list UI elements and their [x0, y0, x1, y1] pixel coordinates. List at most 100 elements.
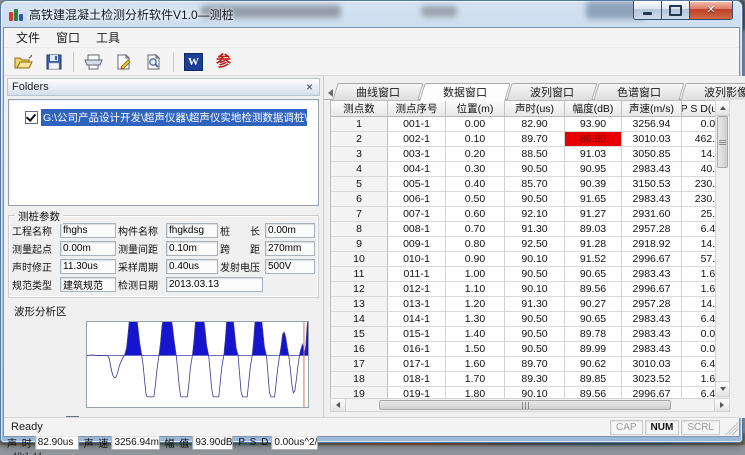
reading-value-0[interactable]: 82.90us — [35, 435, 79, 450]
table-row[interactable]: 11011-11.0090.5090.652983.431.60 — [331, 267, 716, 282]
table-row[interactable]: 5005-10.4085.7090.393150.53230.4 — [331, 177, 716, 192]
header-cell-5[interactable]: 声速(m/s) — [622, 101, 682, 117]
save-button[interactable] — [39, 49, 68, 75]
status-indicator-num: NUM — [645, 420, 680, 435]
cell-r15-c3: 90.50 — [505, 327, 565, 342]
cell-r4-c4: 90.95 — [565, 162, 622, 177]
table-row[interactable]: 15015-11.4090.5089.782983.430.00 — [331, 327, 716, 342]
param-value-4[interactable]: 0.10m — [166, 241, 218, 256]
header-cell-2[interactable]: 位置(m) — [446, 101, 505, 117]
word-report-button[interactable]: W — [179, 49, 208, 75]
param-value-0[interactable]: fhghs — [60, 223, 116, 238]
table-row[interactable]: 19019-11.8090.1089.562996.676.40 — [331, 387, 716, 398]
folder-path-label[interactable]: G:\公司产品设计开发\超声仪器\超声仪实地检测数据调桩\qd\qd03\qd0… — [41, 109, 307, 126]
folder-item[interactable]: G:\公司产品设计开发\超声仪器\超声仪实地检测数据调桩\qd\qd03\qd0… — [25, 109, 315, 126]
table-row[interactable]: 13013-11.2091.3090.272957.2814.4 — [331, 297, 716, 312]
table-row[interactable]: 4004-10.3090.5090.952983.4340.0 — [331, 162, 716, 177]
pane-close-icon[interactable]: × — [304, 81, 315, 93]
cell-r1-c2: 0.00 — [446, 117, 505, 132]
table-row[interactable]: 2002-10.1089.7086.803010.03462.4 — [331, 132, 716, 147]
menu-item-2[interactable]: 工具 — [88, 28, 128, 47]
parameters-button[interactable]: 参 — [209, 49, 238, 75]
header-cell-6[interactable]: P S D(us — [682, 101, 716, 117]
reading-value-1[interactable]: 3256.94m/s — [111, 435, 159, 450]
reading-value-2[interactable]: 93.90dB — [192, 435, 233, 450]
scroll-right-button[interactable] — [714, 399, 729, 411]
tab-1[interactable]: 数据窗口 — [422, 83, 508, 100]
table-row[interactable]: 16016-11.5090.5089.992983.430.00 — [331, 342, 716, 357]
table-row[interactable]: 18018-11.7089.3089.853023.521.60 — [331, 372, 716, 387]
cell-r14-c2: 1.30 — [446, 312, 505, 327]
open-file-button[interactable] — [9, 49, 38, 75]
cell-r18-c5: 3023.52 — [622, 372, 682, 387]
param-value-1[interactable]: fhgkdsg — [166, 223, 218, 238]
header-cell-1[interactable]: 测点序号 — [388, 101, 446, 117]
maximize-button[interactable] — [661, 1, 689, 20]
data-table: 测点数测点序号位置(m)声时(us)幅度(dB)声速(m/s)P S D(us 1… — [330, 100, 716, 398]
table-row[interactable]: 1001-10.0082.9093.903256.940.00 — [331, 117, 716, 132]
waveform-plot[interactable] — [86, 321, 309, 408]
cell-r3-c6: 14.4 — [682, 147, 716, 162]
table-row[interactable]: 9009-10.8092.5091.282918.9214.4 — [331, 237, 716, 252]
folders-pane-header[interactable]: Folders × — [7, 78, 320, 96]
menu-item-1[interactable]: 窗口 — [48, 28, 88, 47]
checkbox-icon[interactable] — [25, 111, 38, 124]
vertical-scrollbar[interactable] — [715, 100, 730, 397]
scroll-left-button[interactable] — [331, 399, 346, 411]
close-button[interactable]: ✕ — [689, 1, 733, 20]
minimize-button[interactable] — [633, 1, 661, 20]
export-button[interactable] — [109, 49, 138, 75]
cell-r6-c1: 006-1 — [388, 192, 446, 207]
scroll-down-button[interactable] — [716, 381, 729, 396]
param-value-2[interactable]: 0.00m — [265, 223, 315, 238]
tab-4[interactable]: 波列影像 — [683, 83, 745, 100]
table-row[interactable]: 8008-10.7091.3089.032957.286.40 — [331, 222, 716, 237]
cell-r5-c0: 5 — [331, 177, 388, 192]
header-cell-0[interactable]: 测点数 — [331, 101, 388, 117]
cell-r12-c0: 12 — [331, 282, 388, 297]
reading-value-3[interactable]: 0.00us^2/m — [271, 435, 318, 450]
param-value-9[interactable]: 建筑规范 — [60, 277, 116, 292]
horizontal-scrollbar[interactable] — [330, 398, 730, 412]
cell-r2-c1: 002-1 — [388, 132, 446, 147]
resize-grip[interactable] — [725, 422, 738, 435]
horizontal-scroll-thumb[interactable] — [379, 400, 671, 410]
header-cell-4[interactable]: 幅度(dB) — [565, 101, 622, 117]
param-value-3[interactable]: 0.00m — [60, 241, 116, 256]
scroll-down-icon — [720, 387, 726, 391]
cell-r8-c3: 91.30 — [505, 222, 565, 237]
scroll-left-icon — [336, 402, 340, 408]
tab-scroll-left-icon[interactable] — [328, 89, 333, 97]
cell-r14-c3: 90.50 — [505, 312, 565, 327]
print-button[interactable] — [79, 49, 108, 75]
param-value-6[interactable]: 11.30us — [60, 259, 116, 274]
table-row[interactable]: 14014-11.3090.5090.652983.436.40 — [331, 312, 716, 327]
table-row[interactable]: 6006-10.5090.5091.652983.43230.4 — [331, 192, 716, 207]
cell-r13-c2: 1.20 — [446, 297, 505, 312]
title-bar[interactable]: 高铁建混凝土检测分析软件V1.0—测桩 ✕ — [1, 1, 742, 28]
cell-r19-c6: 6.40 — [682, 387, 716, 398]
param-value-5[interactable]: 270mm — [265, 241, 315, 256]
cell-r12-c2: 1.10 — [446, 282, 505, 297]
folders-pane-title: Folders — [12, 81, 49, 93]
table-row[interactable]: 17017-11.6089.7090.623010.036.40 — [331, 357, 716, 372]
param-value-8[interactable]: 500V — [265, 259, 315, 274]
header-cell-3[interactable]: 声时(us) — [505, 101, 565, 117]
table-row[interactable]: 3003-10.2088.5091.033050.8514.4 — [331, 147, 716, 162]
tab-2[interactable]: 波列窗口 — [509, 83, 595, 100]
param-value-7[interactable]: 0.40us — [166, 259, 218, 274]
scroll-up-button[interactable] — [716, 101, 729, 116]
cell-r1-c5: 3256.94 — [622, 117, 682, 132]
menu-item-0[interactable]: 文件 — [8, 28, 48, 47]
cell-r11-c1: 011-1 — [388, 267, 446, 282]
table-row[interactable]: 12012-11.1090.1089.562996.671.60 — [331, 282, 716, 297]
tab-0[interactable]: 曲线窗口 — [335, 83, 421, 100]
vertical-scroll-thumb[interactable] — [717, 116, 728, 168]
table-row[interactable]: 10010-10.9090.1091.522996.6757.6 — [331, 252, 716, 267]
tab-3[interactable]: 色谱窗口 — [596, 83, 682, 100]
cell-r7-c5: 2931.60 — [622, 207, 682, 222]
table-row[interactable]: 7007-10.6092.1091.272931.6025.6 — [331, 207, 716, 222]
cell-r19-c5: 2996.67 — [622, 387, 682, 398]
print-preview-button[interactable] — [139, 49, 168, 75]
param-value-10[interactable]: 2013.03.13 — [166, 277, 263, 292]
